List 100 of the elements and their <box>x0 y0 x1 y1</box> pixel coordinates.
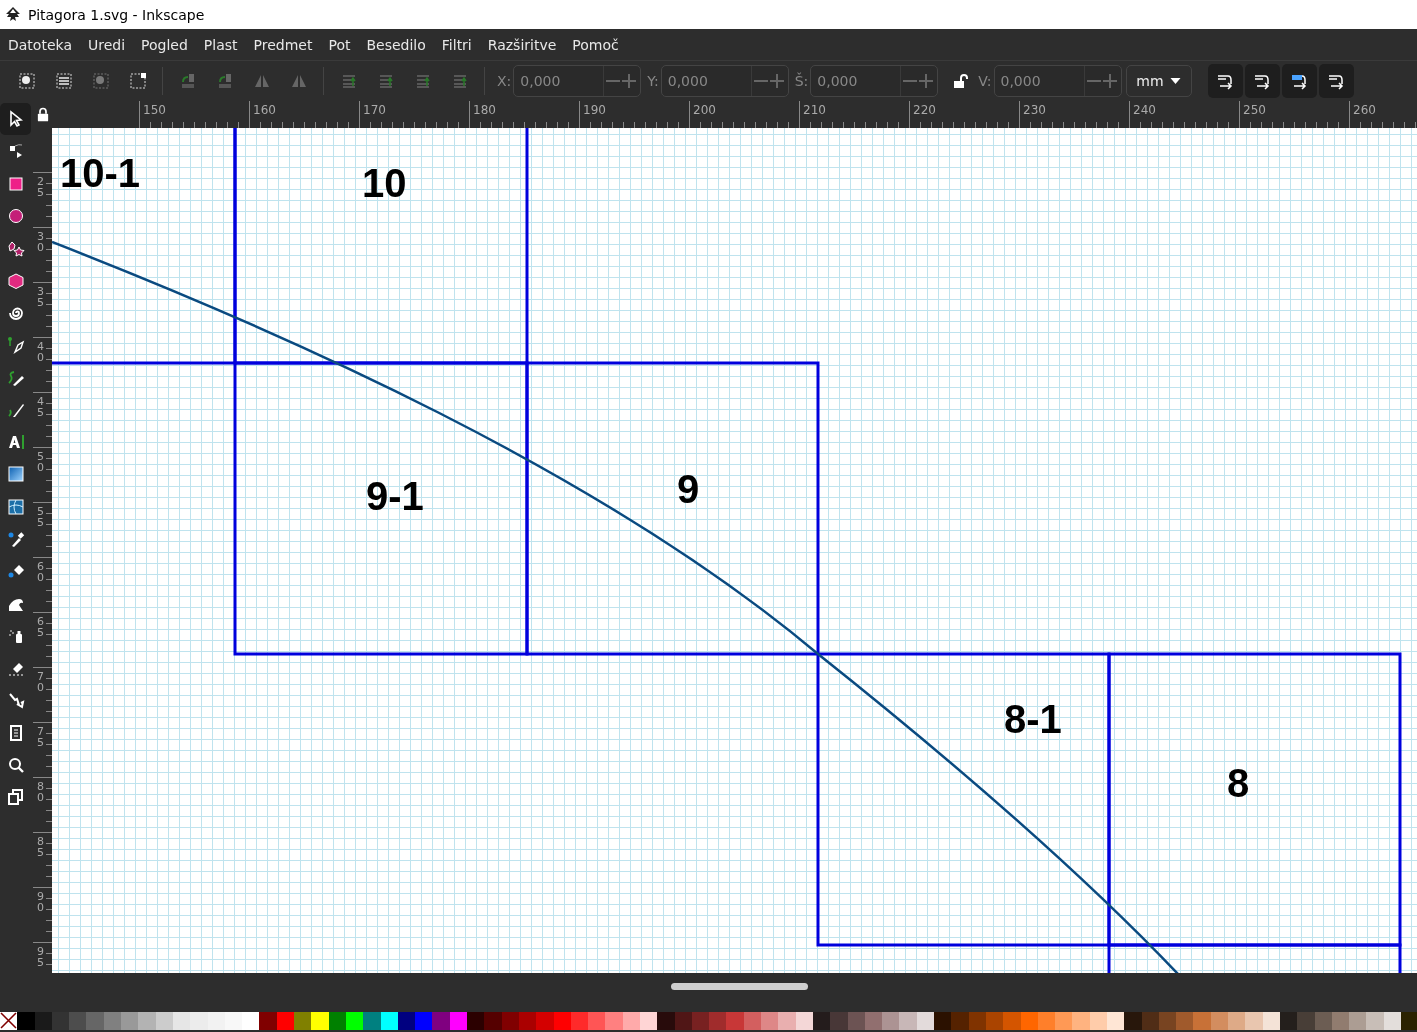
ruler-number: 150 <box>142 102 166 117</box>
canvas-label: 8 <box>1227 761 1250 805</box>
move-gradients-icon[interactable] <box>1281 64 1317 98</box>
ruler-number: 70 <box>36 669 44 693</box>
canvas-label: 8-1 <box>1004 697 1062 741</box>
menu-item[interactable]: Pomoč <box>572 36 619 53</box>
ruler-number: 210 <box>802 102 826 117</box>
color-swatch[interactable] <box>17 1012 35 1030</box>
color-swatch[interactable] <box>1193 1012 1211 1030</box>
color-swatch[interactable] <box>242 1012 260 1030</box>
color-swatch[interactable] <box>432 1012 450 1030</box>
color-swatch[interactable] <box>1366 1012 1384 1030</box>
ruler-number: 40 <box>36 339 44 363</box>
ruler-number: 75 <box>36 724 44 748</box>
color-swatch[interactable] <box>69 1012 87 1030</box>
ruler-number: 85 <box>36 834 44 858</box>
canvas-label: 10 <box>362 161 407 205</box>
color-swatch[interactable] <box>121 1012 139 1030</box>
ruler-number: 200 <box>692 102 716 117</box>
ruler-number: 95 <box>36 944 44 968</box>
color-swatch[interactable] <box>86 1012 104 1030</box>
ruler-number: 180 <box>472 102 496 117</box>
field-label: Š: <box>794 73 809 89</box>
color-swatch[interactable] <box>311 1012 329 1030</box>
color-swatch[interactable] <box>363 1012 381 1030</box>
menu-item[interactable]: Plast <box>203 36 238 53</box>
color-swatch[interactable] <box>138 1012 156 1030</box>
color-swatch[interactable] <box>761 1012 779 1030</box>
menu-item[interactable]: Filtri <box>441 36 472 53</box>
color-swatch[interactable] <box>778 1012 796 1030</box>
ruler-number: 170 <box>362 102 386 117</box>
coordinate-field[interactable]: 0,000 <box>513 65 642 97</box>
color-swatch[interactable] <box>1349 1012 1367 1030</box>
field-label: Y: <box>647 73 659 89</box>
field-label: X: <box>497 73 512 89</box>
ruler-number: 35 <box>36 284 44 308</box>
menu-item[interactable]: Predmet <box>253 36 313 53</box>
ruler-number: 260 <box>1352 102 1376 117</box>
color-swatch[interactable] <box>1107 1012 1125 1030</box>
color-swatch[interactable] <box>294 1012 312 1030</box>
coordinate-field[interactable]: 0,000 <box>810 65 939 97</box>
ruler-number: 55 <box>36 504 44 528</box>
ruler-number: 220 <box>912 102 936 117</box>
coordinate-field[interactable]: 0,000 <box>993 65 1122 97</box>
scale-corners-icon[interactable] <box>1244 64 1280 98</box>
menu-item[interactable]: Datoteka <box>8 36 72 53</box>
color-swatch[interactable] <box>259 1012 277 1030</box>
menu-item[interactable]: Razširitve <box>487 36 557 53</box>
color-swatch[interactable] <box>484 1012 502 1030</box>
ruler-number: 25 <box>36 174 44 198</box>
color-swatch[interactable] <box>190 1012 208 1030</box>
color-swatch[interactable] <box>1124 1012 1142 1030</box>
color-swatch[interactable] <box>657 1012 675 1030</box>
canvas-label: 9 <box>677 467 700 511</box>
no-paint-swatch[interactable] <box>0 1012 18 1030</box>
scale-stroke-icon[interactable] <box>1207 64 1243 98</box>
color-swatch[interactable] <box>709 1012 727 1030</box>
pointer-icon[interactable] <box>0 103 31 136</box>
color-swatch[interactable] <box>1176 1012 1194 1030</box>
menu-item[interactable]: Pogled <box>141 36 188 53</box>
menu-item[interactable]: Besedilo <box>366 36 426 53</box>
menu-item[interactable]: Uredi <box>87 36 126 53</box>
color-swatch[interactable] <box>1401 1012 1417 1030</box>
color-swatch[interactable] <box>536 1012 554 1030</box>
color-swatch[interactable] <box>951 1012 969 1030</box>
color-swatch[interactable] <box>726 1012 744 1030</box>
color-swatch[interactable] <box>1003 1012 1021 1030</box>
color-swatch[interactable] <box>1297 1012 1315 1030</box>
color-swatch[interactable] <box>1245 1012 1263 1030</box>
color-swatch[interactable] <box>882 1012 900 1030</box>
field-label: V: <box>978 73 992 89</box>
color-swatch[interactable] <box>467 1012 485 1030</box>
ruler-number: 60 <box>36 559 44 583</box>
unit-dropdown[interactable]: mm <box>1125 65 1192 97</box>
app-logo-icon <box>4 5 22 24</box>
ruler-number: 160 <box>252 102 276 117</box>
color-swatch[interactable] <box>934 1012 952 1030</box>
ruler-number: 90 <box>36 889 44 913</box>
ruler-number: 65 <box>36 614 44 638</box>
move-patterns-icon[interactable] <box>1318 64 1354 98</box>
color-swatch[interactable] <box>415 1012 433 1030</box>
color-swatch[interactable] <box>588 1012 606 1030</box>
color-swatch[interactable] <box>899 1012 917 1030</box>
window-title: Pitagora 1.svg - Inkscape <box>28 6 205 23</box>
scrollbar-thumb[interactable] <box>671 983 808 990</box>
color-swatch[interactable] <box>1228 1012 1246 1030</box>
ruler-number: 240 <box>1132 102 1156 117</box>
color-swatch[interactable] <box>605 1012 623 1030</box>
ruler-number: 250 <box>1242 102 1266 117</box>
ruler-number: 80 <box>36 779 44 803</box>
menu-item[interactable]: Pot <box>328 36 351 53</box>
ruler-number: 45 <box>36 394 44 418</box>
lock-icon[interactable] <box>952 73 969 89</box>
color-swatch[interactable] <box>1055 1012 1073 1030</box>
color-swatch[interactable] <box>1072 1012 1090 1030</box>
lock-guides-icon[interactable] <box>36 107 49 122</box>
color-swatch[interactable] <box>830 1012 848 1030</box>
ruler-number: 190 <box>582 102 606 117</box>
ruler-number: 230 <box>1022 102 1046 117</box>
coordinate-field[interactable]: 0,000 <box>660 65 789 97</box>
